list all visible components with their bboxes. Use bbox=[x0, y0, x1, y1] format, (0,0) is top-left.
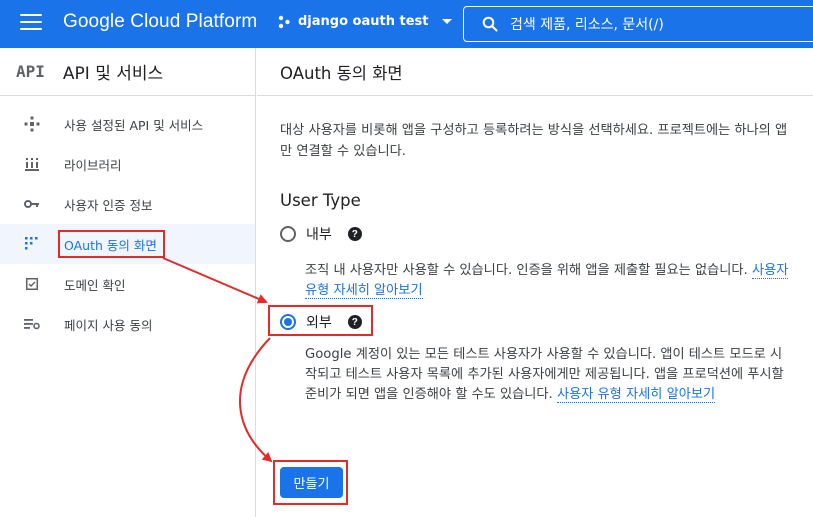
oauth-consent-icon bbox=[23, 235, 41, 253]
annotation-box-sidebar bbox=[58, 230, 165, 258]
project-dots-icon bbox=[278, 15, 290, 28]
sidebar-title: API 및 서비스 bbox=[62, 64, 164, 84]
sidebar-item-domain-verification[interactable]: 도메인 확인 bbox=[0, 264, 255, 304]
domain-check-icon bbox=[23, 275, 41, 293]
page-settings-icon bbox=[23, 315, 41, 333]
sidebar-item-library[interactable]: 라이브러리 bbox=[0, 144, 255, 184]
sidebar-header: API API 및 서비스 bbox=[0, 48, 255, 96]
project-selector[interactable]: django oauth test bbox=[277, 14, 452, 29]
search-placeholder: 검색 제품, 리소스, 문서(/) bbox=[510, 17, 664, 33]
main-content: OAuth 동의 화면 대상 사용자를 비롯해 앱을 구성하고 등록하려는 방식… bbox=[257, 48, 813, 517]
sidebar-item-label: 도메인 확인 bbox=[64, 277, 126, 293]
top-app-bar: Google Cloud Platform django oauth test … bbox=[0, 0, 813, 48]
annotation-box-create bbox=[273, 460, 348, 505]
search-icon bbox=[482, 16, 498, 32]
radio-internal[interactable] bbox=[280, 226, 296, 242]
caret-down-icon bbox=[441, 19, 452, 24]
sidebar-item-label: 페이지 사용 동의 bbox=[64, 317, 153, 333]
sidebar-item-page-usage[interactable]: 페이지 사용 동의 bbox=[0, 304, 255, 344]
help-icon[interactable]: ? bbox=[347, 227, 362, 241]
sidebar-item-label: 라이브러리 bbox=[64, 157, 122, 173]
api-logo: API bbox=[16, 62, 45, 81]
brand-title[interactable]: Google Cloud Platform bbox=[63, 11, 257, 33]
internal-desc-text: 조직 내 사용자만 사용할 수 있습니다. 인증을 위해 앱을 제출할 필요는 … bbox=[305, 263, 748, 278]
library-icon bbox=[23, 155, 41, 173]
user-type-internal-option[interactable]: 내부 ? bbox=[280, 224, 362, 244]
annotation-box-external bbox=[268, 305, 373, 336]
search-bar[interactable]: 검색 제품, 리소스, 문서(/) bbox=[463, 6, 813, 42]
internal-description: 조직 내 사용자만 사용할 수 있습니다. 인증을 위해 앱을 제출할 필요는 … bbox=[305, 261, 790, 301]
page-title: OAuth 동의 화면 bbox=[280, 63, 403, 83]
user-type-heading: User Type bbox=[280, 191, 361, 210]
page-description: 대상 사용자를 비롯해 앱을 구성하고 등록하려는 방식을 선택하세요. 프로젝… bbox=[280, 123, 788, 159]
diamond-dots-icon bbox=[23, 115, 41, 133]
sidebar-item-label: 사용 설정된 API 및 서비스 bbox=[64, 117, 204, 133]
project-name: django oauth test bbox=[298, 14, 429, 29]
sidebar-item-label: 사용자 인증 정보 bbox=[64, 197, 153, 213]
sidebar-item-enabled-apis[interactable]: 사용 설정된 API 및 서비스 bbox=[0, 104, 255, 144]
sidebar-item-credentials[interactable]: 사용자 인증 정보 bbox=[0, 184, 255, 224]
sidebar: API API 및 서비스 사용 설정된 API 및 서비스 라이브러리 사용자… bbox=[0, 48, 256, 517]
menu-icon[interactable] bbox=[20, 14, 42, 32]
external-learn-more-link[interactable]: 사용자 유형 자세히 알아보기 bbox=[556, 387, 716, 403]
key-icon bbox=[23, 195, 41, 213]
internal-label: 내부 bbox=[306, 227, 332, 243]
external-description: Google 계정이 있는 모든 테스트 사용자가 사용할 수 있습니다. 앱이… bbox=[305, 345, 790, 405]
main-header: OAuth 동의 화면 bbox=[257, 48, 813, 96]
